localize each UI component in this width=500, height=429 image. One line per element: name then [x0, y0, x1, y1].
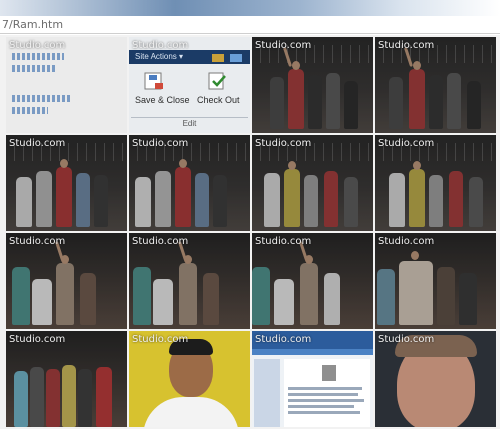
browser-top-band [0, 0, 500, 16]
watermark: Studio.com [378, 334, 435, 345]
party-photo [6, 135, 127, 231]
party-photo [252, 233, 373, 329]
thumbnail-12[interactable]: Studio.com [375, 233, 496, 329]
watermark: Studio.com [255, 236, 312, 247]
check-out-label: Check Out [197, 95, 240, 105]
party-photo [129, 233, 250, 329]
image-gallery: Studio.com Site Actions ▾ Save & Close C… [0, 35, 500, 429]
group-photo [6, 331, 127, 427]
party-photo [129, 135, 250, 231]
site-actions-label: Site Actions ▾ [135, 52, 184, 61]
website-screenshot [252, 331, 373, 427]
thumbnail-13[interactable]: Studio.com [6, 331, 127, 427]
portrait-photo [375, 331, 496, 427]
watermark: Studio.com [9, 236, 66, 247]
save-close-label: Save & Close [135, 95, 190, 105]
thumbnail-14[interactable]: Studio.com [129, 331, 250, 427]
party-photo [252, 135, 373, 231]
thumbnail-3[interactable]: Studio.com [252, 37, 373, 133]
watermark: Studio.com [255, 138, 312, 149]
party-photo [252, 37, 373, 133]
watermark: Studio.com [132, 138, 189, 149]
thumbnail-8[interactable]: Studio.com [375, 135, 496, 231]
thumbnail-10[interactable]: Studio.com [129, 233, 250, 329]
party-photo [375, 233, 496, 329]
address-bar[interactable]: 7/Ram.htm [0, 16, 500, 34]
thumbnail-4[interactable]: Studio.com [375, 37, 496, 133]
watermark: Studio.com [255, 40, 312, 51]
watermark: Studio.com [9, 334, 66, 345]
party-photo [6, 233, 127, 329]
thumbnail-5[interactable]: Studio.com [6, 135, 127, 231]
thumbnail-2[interactable]: Site Actions ▾ Save & Close Check Out Ed… [129, 37, 250, 133]
thumbnail-6[interactable]: Studio.com [129, 135, 250, 231]
address-text: 7/Ram.htm [2, 18, 64, 31]
watermark: Studio.com [255, 334, 312, 345]
watermark: Studio.com [132, 334, 189, 345]
sharepoint-ribbon-image: Site Actions ▾ Save & Close Check Out Ed… [129, 37, 250, 133]
thumbnail-1[interactable]: Studio.com [6, 37, 127, 133]
save-close-icon [141, 71, 165, 91]
ribbon-icons [210, 51, 246, 63]
thumbnail-7[interactable]: Studio.com [252, 135, 373, 231]
thumbnail-15[interactable]: Studio.com [252, 331, 373, 427]
watermark: Studio.com [132, 236, 189, 247]
thumbnail-11[interactable]: Studio.com [252, 233, 373, 329]
watermark: Studio.com [378, 138, 435, 149]
blue-text-image [6, 37, 127, 133]
thumbnail-16[interactable]: Studio.com [375, 331, 496, 427]
thumbnail-grid: Studio.com Site Actions ▾ Save & Close C… [6, 37, 496, 427]
check-out-icon [205, 71, 229, 91]
edit-group-label: Edit [182, 119, 197, 128]
portrait-photo [129, 331, 250, 427]
party-photo [375, 37, 496, 133]
watermark: Studio.com [9, 138, 66, 149]
party-photo [375, 135, 496, 231]
ribbon-separator [131, 117, 248, 118]
watermark: Studio.com [378, 40, 435, 51]
watermark: Studio.com [132, 40, 189, 51]
watermark: Studio.com [9, 40, 66, 51]
watermark: Studio.com [378, 236, 435, 247]
thumbnail-9[interactable]: Studio.com [6, 233, 127, 329]
